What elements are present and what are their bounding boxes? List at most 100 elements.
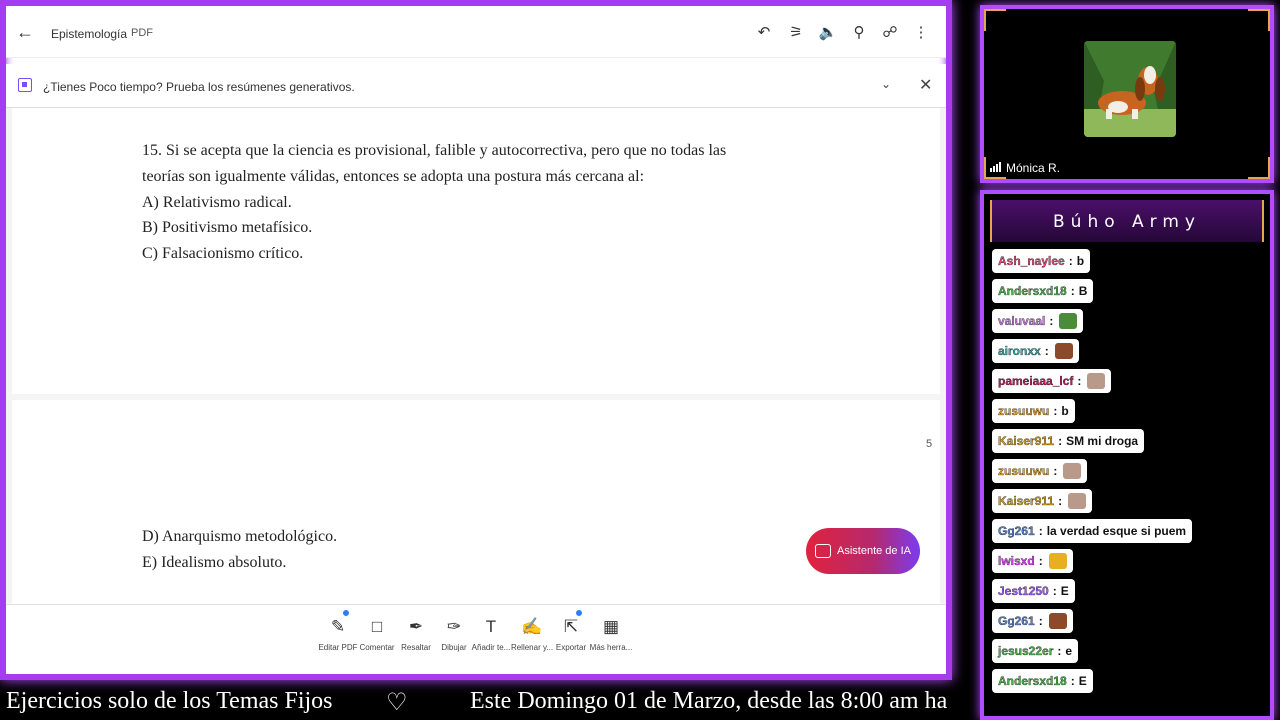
- search-icon[interactable]: ⚲: [849, 23, 869, 43]
- chat-username[interactable]: pameiaaa_lcf: [998, 374, 1074, 388]
- chat-panel: Búho Army Ash_naylee: b Andersxd18: Bvaluva…: [980, 190, 1274, 720]
- chat-message: aironxx:: [992, 339, 1079, 363]
- ticker-marquee: Ejercicios solo de los Temas Fijos ♡ Est…: [0, 684, 960, 720]
- chat-text: e: [1065, 644, 1073, 658]
- cat-emote: [1068, 493, 1087, 509]
- page-number: 5: [926, 438, 933, 450]
- speaker-icon[interactable]: 🔈: [818, 23, 838, 43]
- face-emote: [1054, 343, 1073, 359]
- chat-text: E: [1078, 674, 1087, 688]
- participant-name: Mónica R.: [990, 161, 1060, 175]
- chat-message: pameiaaa_lcf:: [992, 369, 1112, 393]
- chat-message: Kaiser911:: [992, 489, 1093, 513]
- document-canvas[interactable]: 15. Si se acepta que la ciencia es provi…: [6, 108, 946, 604]
- chat-separator: :: [1053, 404, 1058, 418]
- ai-assistant-button[interactable]: Asistente de IA: [806, 528, 920, 574]
- chat-username[interactable]: Kaiser911: [998, 494, 1054, 508]
- cat-emote: [1087, 373, 1106, 389]
- chevron-down-icon[interactable]: ⌄: [881, 77, 891, 91]
- chat-text: b: [1076, 254, 1085, 268]
- banner-text[interactable]: ¿Tienes Poco tiempo? Prueba los resúmene…: [43, 80, 355, 94]
- more-options-icon[interactable]: ⋮: [911, 23, 931, 43]
- frame-corner: [984, 9, 1006, 31]
- chat-separator: :: [1038, 524, 1043, 538]
- chat-message: valuvaal:: [992, 309, 1084, 333]
- document-type: PDF: [131, 27, 153, 39]
- chat-message: Gg261: la verdad esque si puem: [992, 519, 1193, 543]
- chat-separator: :: [1057, 644, 1062, 658]
- chat-message: zusuuwu:: [992, 459, 1088, 483]
- chat-username[interactable]: Gg261: [998, 614, 1035, 628]
- chat-username[interactable]: aironxx: [998, 344, 1041, 358]
- chat-message: Gg261:: [992, 609, 1073, 633]
- generative-summary-banner: ¿Tienes Poco tiempo? Prueba los resúmene…: [6, 64, 946, 108]
- viewer-top-bar: ← Epistemología PDF ↶ ⚞ 🔈 ⚲ ☍ ⋮: [6, 6, 946, 58]
- undo-icon[interactable]: ↶: [754, 23, 774, 43]
- chat-username[interactable]: zusuuwu: [998, 404, 1050, 418]
- chat-separator: :: [1038, 554, 1043, 568]
- chat-message: Jest1250: E: [992, 579, 1075, 603]
- bottom-toolbar: ✎ Editar PDF □ Comentar ✒ Resaltar ✑ Dib…: [6, 604, 946, 674]
- chat-separator: :: [1052, 584, 1057, 598]
- chat-message: zusuuwu: b: [992, 399, 1075, 423]
- chat-header: Búho Army: [990, 200, 1264, 242]
- signal-icon: [990, 162, 1001, 172]
- summary-icon: [18, 78, 32, 92]
- chat-message: lwisxd:: [992, 549, 1073, 573]
- frame-corner: [1248, 157, 1270, 179]
- question-line: 15. Si se acepta que la ciencia es provi…: [142, 142, 727, 159]
- chat-separator: :: [1058, 494, 1063, 508]
- share-icon[interactable]: ☍: [880, 23, 900, 43]
- chat-username[interactable]: Kaiser911: [998, 434, 1054, 448]
- chat-message: Kaiser911: SM mi droga: [992, 429, 1145, 453]
- chat-username[interactable]: Andersxd18: [998, 284, 1067, 298]
- chat-message: jesus22er: e: [992, 639, 1079, 663]
- chat-username[interactable]: Gg261: [998, 524, 1035, 538]
- option-c: C) Falsacionismo crítico.: [142, 245, 304, 262]
- tool-label: Más herra...: [589, 643, 633, 652]
- chat-message: Andersxd18: E: [992, 669, 1093, 693]
- ai-assistant-label: Asistente de IA: [837, 545, 911, 557]
- cat-emote: [1063, 463, 1082, 479]
- option-d: D) Anarquismo metodológico.: [142, 528, 338, 545]
- dog-avatar-image: [1084, 41, 1176, 137]
- chat-separator: :: [1068, 254, 1073, 268]
- chat-separator: :: [1049, 314, 1054, 328]
- chat-username[interactable]: Jest1250: [998, 584, 1049, 598]
- chat-separator: :: [1044, 344, 1049, 358]
- document-title: Epistemología: [51, 27, 128, 41]
- chat-separator: :: [1070, 284, 1075, 298]
- chat-text: b: [1061, 404, 1069, 418]
- chat-separator: :: [1070, 674, 1075, 688]
- badge-icon: [575, 609, 583, 617]
- pdf-page: D) Anarquismo metodológico. E) Idealismo…: [12, 400, 940, 604]
- star-emote: [1048, 553, 1067, 569]
- chat-text: E: [1060, 584, 1069, 598]
- chat-username[interactable]: jesus22er: [998, 644, 1054, 658]
- chat-username[interactable]: Andersxd18: [998, 674, 1067, 688]
- chat-separator: :: [1038, 614, 1043, 628]
- ai-assistant-icon: [815, 544, 831, 558]
- chat-username[interactable]: lwisxd: [998, 554, 1035, 568]
- chat-username[interactable]: Ash_naylee: [998, 254, 1065, 268]
- chat-username[interactable]: zusuuwu: [998, 464, 1050, 478]
- option-a: A) Relativismo radical.: [142, 194, 292, 211]
- chat-username[interactable]: valuvaal: [998, 314, 1046, 328]
- face-emote: [1048, 613, 1067, 629]
- badge-icon: [342, 609, 350, 617]
- ticker-text-left: Ejercicios solo de los Temas Fijos: [6, 688, 333, 714]
- close-icon[interactable]: ✕: [919, 75, 932, 95]
- tool-more[interactable]: ▦ Más herra...: [585, 615, 637, 652]
- back-arrow-icon[interactable]: ←: [16, 22, 36, 42]
- webcam-frame: Mónica R.: [980, 5, 1274, 183]
- chat-text: la verdad esque si puem: [1046, 524, 1187, 538]
- pdf-page: 15. Si se acepta que la ciencia es provi…: [12, 108, 940, 394]
- option-b: B) Positivismo metafísico.: [142, 219, 313, 236]
- ticker-text-right: Este Domingo 01 de Marzo, desde las 8:00…: [470, 688, 948, 714]
- chat-separator: :: [1058, 434, 1063, 448]
- read-aloud-icon[interactable]: ⚞: [786, 23, 806, 43]
- pdf-viewer-frame: ← Epistemología PDF ↶ ⚞ 🔈 ⚲ ☍ ⋮ ¿Tienes …: [0, 0, 952, 680]
- participant-name-text: Mónica R.: [1006, 161, 1061, 175]
- frog-emote: [1059, 313, 1078, 329]
- chat-title: Búho Army: [1053, 212, 1201, 232]
